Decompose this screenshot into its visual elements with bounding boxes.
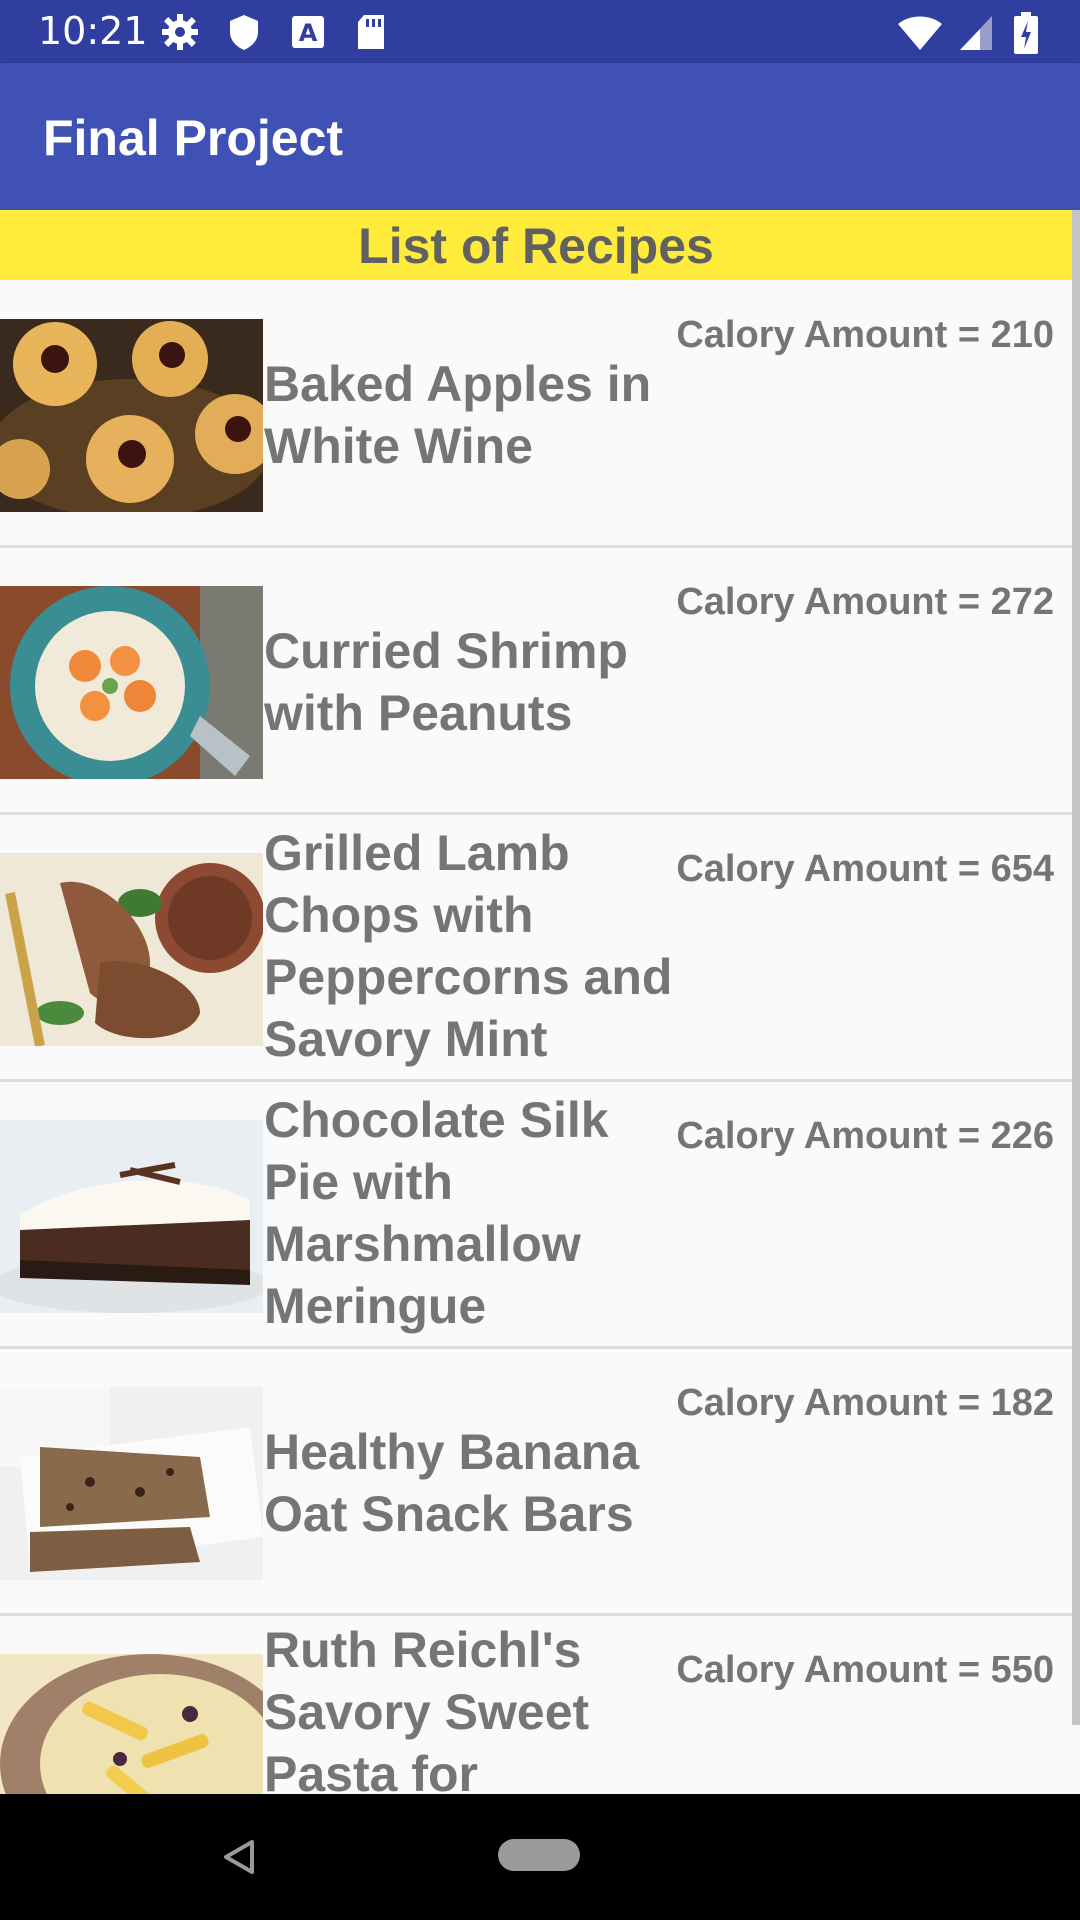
baked-apples-image (0, 319, 263, 512)
recipe-row[interactable]: Chocolate Silk Pie with Marshmallow Meri… (0, 1081, 1072, 1349)
text-a-icon: A (288, 12, 328, 57)
home-pill-icon[interactable] (498, 1839, 580, 1871)
app-title: Final Project (43, 110, 344, 166)
app-bar: Final Project (0, 63, 1080, 210)
recipe-name: Curried Shrimp with Peanuts (264, 623, 628, 741)
curried-shrimp-image (0, 586, 263, 779)
pasta-image (0, 1654, 263, 1794)
recipe-row[interactable]: Curried Shrimp with Peanuts Calory Amoun… (0, 547, 1072, 815)
calorie-amount: Calory Amount = 550 (676, 1649, 1054, 1691)
chocolate-pie-image (0, 1120, 263, 1313)
recipe-name: Ruth Reichl's Savory Sweet Pasta for (264, 1622, 590, 1794)
recipe-row[interactable]: Baked Apples in White Wine Calory Amount… (0, 280, 1072, 548)
calorie-amount: Calory Amount = 272 (676, 581, 1054, 623)
gear-icon (160, 12, 200, 57)
wifi-icon (896, 12, 944, 57)
calorie-amount: Calory Amount = 210 (676, 314, 1054, 356)
recipe-row[interactable]: Ruth Reichl's Savory Sweet Pasta for Cal… (0, 1615, 1072, 1794)
sd-card-icon (352, 12, 392, 57)
signal-icon (956, 12, 996, 57)
list-header: List of Recipes (0, 210, 1072, 280)
oat-bars-image (0, 1387, 263, 1580)
recipe-list[interactable]: Baked Apples in White Wine Calory Amount… (0, 280, 1072, 1794)
svg-text:A: A (299, 19, 318, 47)
lamb-chops-image (0, 853, 263, 1046)
status-time: 10:21 (38, 9, 148, 53)
calorie-amount: Calory Amount = 654 (676, 848, 1054, 890)
recipe-name: Chocolate Silk Pie with Marshmallow Meri… (264, 1091, 609, 1334)
shield-icon (224, 12, 264, 57)
back-icon[interactable] (222, 1838, 256, 1881)
nav-bar (0, 1794, 1080, 1920)
status-bar: 10:21 A (0, 0, 1080, 63)
recipe-name: Grilled Lamb Chops with Peppercorns and … (264, 824, 673, 1067)
battery-charging-icon (1012, 12, 1040, 61)
recipe-row[interactable]: Grilled Lamb Chops with Peppercorns and … (0, 814, 1072, 1082)
calorie-amount: Calory Amount = 182 (676, 1382, 1054, 1424)
calorie-amount: Calory Amount = 226 (676, 1115, 1054, 1157)
recipe-name: Healthy Banana Oat Snack Bars (264, 1424, 640, 1542)
recipe-name: Baked Apples in White Wine (264, 356, 652, 474)
recipe-row[interactable]: Healthy Banana Oat Snack Bars Calory Amo… (0, 1348, 1072, 1616)
scrollbar[interactable] (1072, 210, 1080, 1725)
